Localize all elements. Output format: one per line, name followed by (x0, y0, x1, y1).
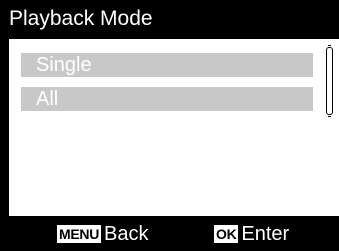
back-label: Back (104, 223, 149, 245)
ok-key-badge: OK (214, 225, 239, 243)
menu-panel: Single All (9, 39, 339, 216)
enter-label: Enter (241, 223, 290, 245)
menu-item-single[interactable]: Single (21, 53, 313, 77)
page-title: Playback Mode (0, 0, 339, 38)
back-hint[interactable]: MENU Back (57, 222, 149, 246)
menu-key-badge: MENU (57, 225, 102, 243)
camera-screen: Playback Mode Single All MENU Back OK En… (0, 0, 339, 251)
scrollbar[interactable] (326, 45, 333, 117)
button-hint-bar: MENU Back OK Enter (0, 216, 339, 251)
menu-item-all[interactable]: All (21, 87, 313, 111)
enter-hint[interactable]: OK Enter (214, 222, 289, 246)
